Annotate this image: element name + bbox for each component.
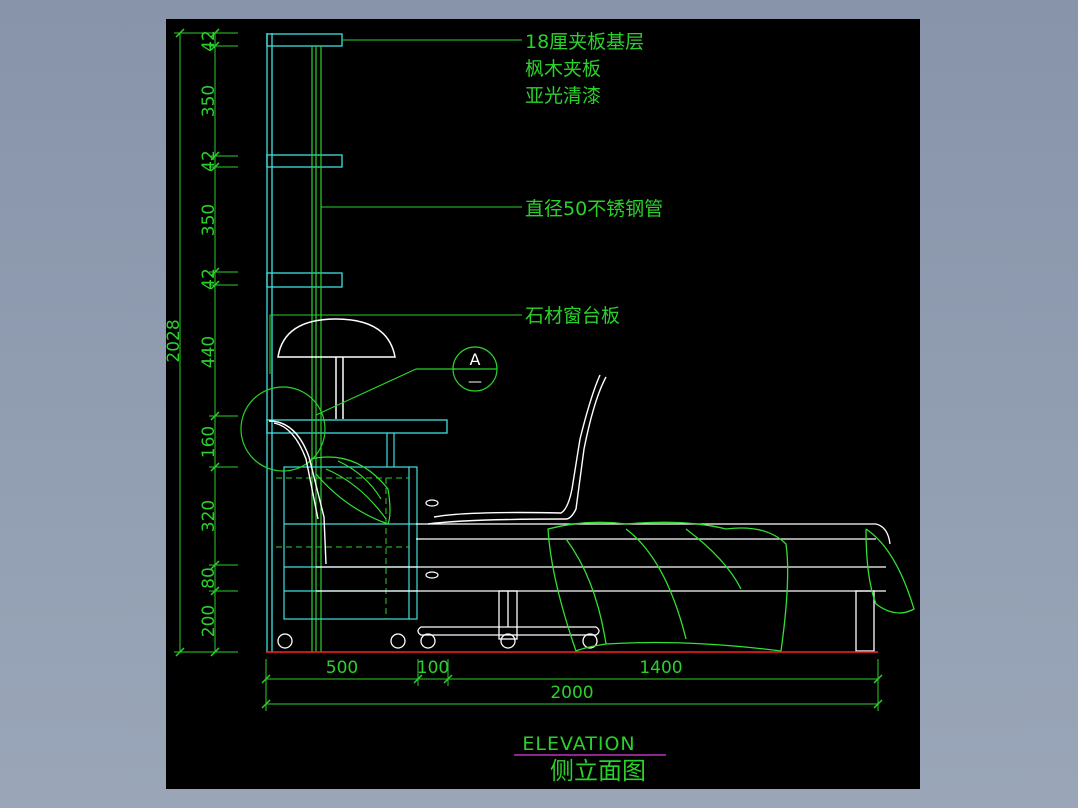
section-sub: — bbox=[468, 374, 482, 390]
elevation-drawing: 42 350 42 350 42 440 160 320 80 200 2028 bbox=[166, 28, 915, 785]
vdim-3: 42 bbox=[199, 150, 219, 172]
hdim-2: 100 bbox=[417, 658, 449, 678]
vdim-1: 42 bbox=[199, 30, 219, 52]
vdim-5: 42 bbox=[199, 268, 219, 290]
title-cn: 侧立面图 bbox=[550, 757, 646, 785]
vdim-total: 2028 bbox=[166, 319, 184, 362]
note-shelf-finish: 亚光清漆 bbox=[525, 85, 601, 107]
note-shelf-board: 18厘夹板基层 bbox=[525, 31, 644, 53]
annotation-notes: 18厘夹板基层 枫木夹板 亚光清漆 直径50不锈钢管 石材窗台板 bbox=[525, 31, 663, 327]
vertical-dimension-labels: 42 350 42 350 42 440 160 320 80 200 2028 bbox=[166, 30, 219, 637]
cad-viewport[interactable]: 42 350 42 350 42 440 160 320 80 200 2028 bbox=[0, 0, 1078, 808]
vdim-10: 200 bbox=[199, 605, 219, 637]
hdim-1: 500 bbox=[326, 658, 358, 678]
section-letter: A bbox=[470, 350, 481, 369]
note-sill: 石材窗台板 bbox=[525, 305, 620, 327]
detail-callout bbox=[240, 346, 498, 472]
shelf-unit bbox=[266, 33, 448, 652]
day-bed bbox=[316, 523, 891, 652]
note-pipe: 直径50不锈钢管 bbox=[525, 198, 663, 220]
vdim-7: 160 bbox=[199, 426, 219, 458]
hdim-total: 2000 bbox=[550, 683, 593, 703]
horizontal-dimension-labels: 500 100 1400 2000 bbox=[326, 658, 683, 703]
bed-blanket bbox=[547, 521, 915, 652]
vdim-2: 350 bbox=[199, 85, 219, 117]
drawing-title: ELEVATION 侧立面图 bbox=[514, 733, 666, 785]
seat-cushion bbox=[268, 420, 327, 565]
lamp bbox=[277, 318, 396, 419]
note-leaders bbox=[269, 39, 522, 374]
vdim-8: 320 bbox=[199, 500, 219, 532]
vdim-6: 440 bbox=[199, 336, 219, 368]
vdim-4: 350 bbox=[199, 204, 219, 236]
drawing-canvas[interactable]: 42 350 42 350 42 440 160 320 80 200 2028 bbox=[166, 19, 920, 789]
chair-seat bbox=[427, 374, 607, 525]
section-marker: A — bbox=[468, 350, 482, 390]
note-shelf-veneer: 枫木夹板 bbox=[525, 58, 601, 80]
vdim-9: 80 bbox=[199, 567, 219, 589]
title-en: ELEVATION bbox=[522, 733, 635, 755]
hdim-3: 1400 bbox=[639, 658, 682, 678]
